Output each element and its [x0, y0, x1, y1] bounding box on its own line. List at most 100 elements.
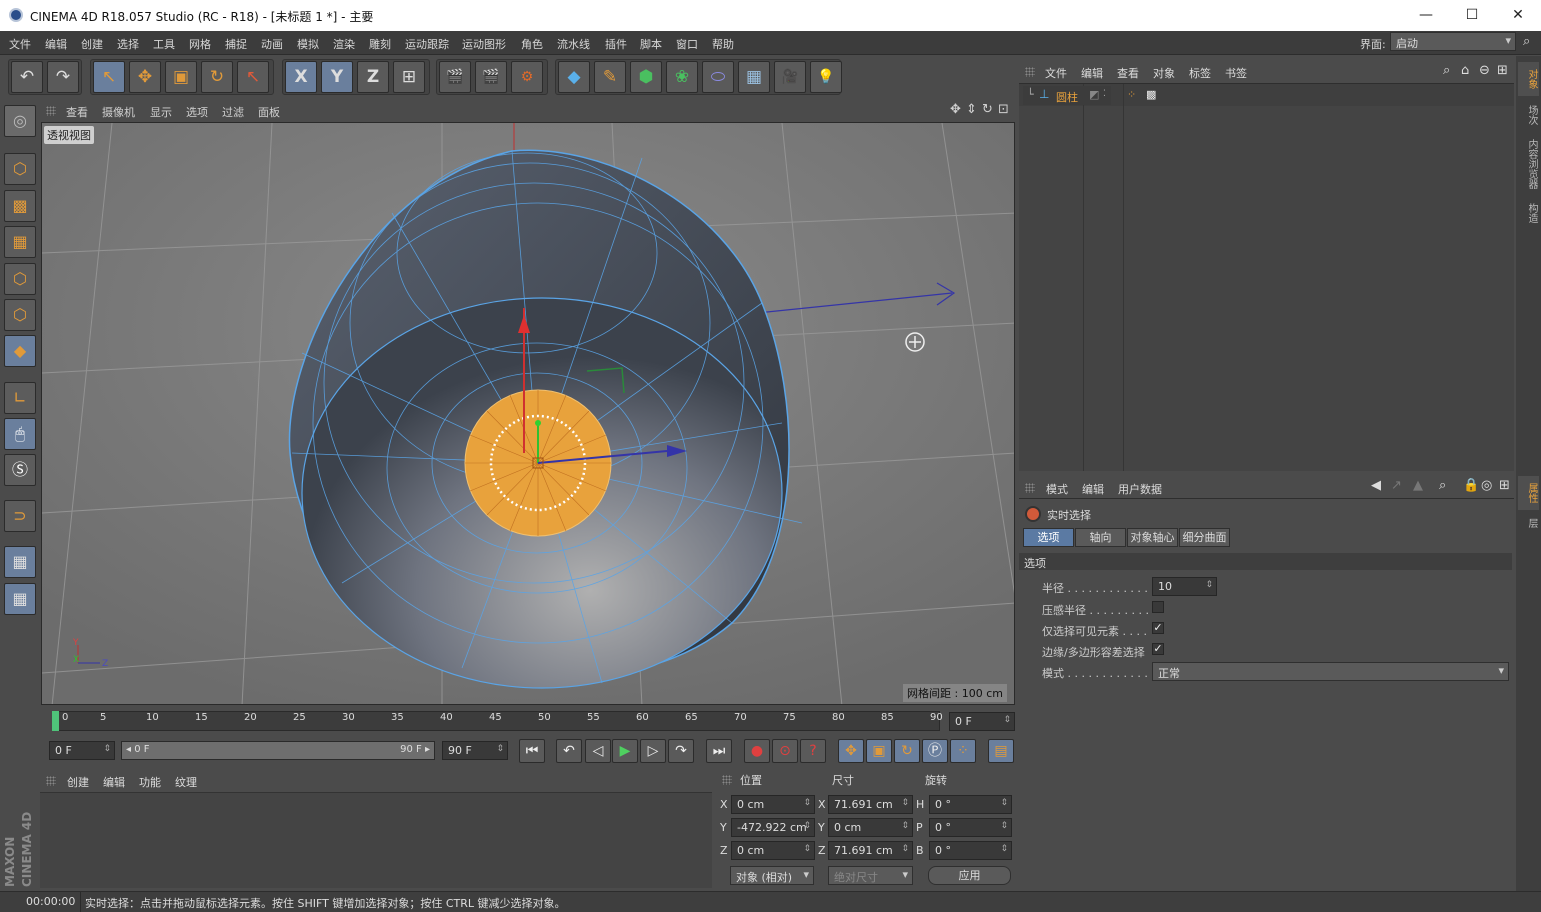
- timeline-window-icon[interactable]: ▤: [988, 739, 1014, 763]
- size-x-field[interactable]: 71.691 cm: [828, 795, 913, 814]
- lock-workplane-icon[interactable]: ▦: [4, 546, 36, 578]
- rotation-p-field[interactable]: 0 °: [929, 818, 1012, 837]
- axis-mode-icon[interactable]: ∟: [4, 382, 36, 414]
- z-axis-button[interactable]: Z: [357, 61, 389, 93]
- orbit-icon[interactable]: ↻: [982, 102, 993, 117]
- undo-button[interactable]: ↶: [11, 61, 43, 93]
- polygon-mode-icon[interactable]: ◆: [4, 335, 36, 367]
- material-menu-texture[interactable]: 纹理: [175, 774, 197, 790]
- playhead[interactable]: [52, 711, 59, 731]
- viewport-menu-camera[interactable]: 摄像机: [102, 104, 135, 120]
- position-y-field[interactable]: -472.922 cm: [731, 818, 815, 837]
- visibility-dots-icon[interactable]: ⁚: [1103, 89, 1106, 99]
- new-window-icon[interactable]: ⊞: [1499, 478, 1510, 493]
- record-active-icon[interactable]: ●: [744, 739, 770, 763]
- next-key-icon[interactable]: ↷: [668, 739, 694, 763]
- render-view-button[interactable]: 🎬: [439, 61, 471, 93]
- redo-button[interactable]: ↷: [47, 61, 79, 93]
- model-mode-icon[interactable]: ⬡: [4, 153, 36, 185]
- object-menu-objects[interactable]: 对象: [1153, 65, 1175, 81]
- pan-icon[interactable]: ✥: [950, 102, 961, 117]
- mode-dropdown[interactable]: 正常: [1152, 662, 1509, 681]
- floor-button[interactable]: ▦: [738, 61, 770, 93]
- filter-icon[interactable]: ⊖: [1479, 63, 1490, 78]
- edge-mode-icon[interactable]: ⬡: [4, 299, 36, 331]
- pen-button[interactable]: ✎: [594, 61, 626, 93]
- search-icon[interactable]: ⌕: [1523, 34, 1530, 49]
- render-settings-button[interactable]: ⚙: [511, 61, 543, 93]
- lock-icon[interactable]: 🔒: [1463, 478, 1479, 493]
- menu-select[interactable]: 选择: [117, 36, 139, 52]
- object-menu-tags[interactable]: 标签: [1189, 65, 1211, 81]
- position-z-field[interactable]: 0 cm: [731, 841, 815, 860]
- select-tool-button[interactable]: ↖: [93, 61, 125, 93]
- make-editable-icon[interactable]: ◎: [4, 105, 36, 137]
- nurbs-button[interactable]: ⬢: [630, 61, 662, 93]
- tweak-mode-icon[interactable]: 🖱: [4, 418, 36, 450]
- material-menu-edit[interactable]: 编辑: [103, 774, 125, 790]
- attr-menu-userdata[interactable]: 用户数据: [1118, 481, 1162, 497]
- object-name[interactable]: 圆柱: [1056, 89, 1078, 105]
- y-axis-button[interactable]: Y: [321, 61, 353, 93]
- vtab-content-browser[interactable]: 内容浏览器: [1518, 134, 1539, 194]
- menu-mograph[interactable]: 运动图形: [462, 36, 506, 52]
- start-frame-field[interactable]: 0 F: [49, 741, 115, 760]
- planar-workplane-icon[interactable]: ▦: [4, 583, 36, 615]
- texture-mode-icon[interactable]: ▩: [4, 190, 36, 222]
- move-tool-button[interactable]: ✥: [129, 61, 161, 93]
- menu-mesh[interactable]: 网格: [189, 36, 211, 52]
- tab-options[interactable]: 选项: [1023, 528, 1074, 547]
- snap-icon[interactable]: Ⓢ: [4, 454, 36, 486]
- apply-button[interactable]: 应用: [928, 866, 1011, 885]
- light-button[interactable]: 💡: [810, 61, 842, 93]
- search-icon[interactable]: ⌕: [1439, 478, 1446, 493]
- menu-tools[interactable]: 工具: [153, 36, 175, 52]
- tab-axis[interactable]: 轴向: [1075, 528, 1126, 547]
- attr-menu-edit[interactable]: 编辑: [1082, 481, 1104, 497]
- tab-object-axis[interactable]: 对象轴心: [1127, 528, 1178, 547]
- vtab-attributes[interactable]: 属性: [1518, 476, 1539, 510]
- zoom-icon[interactable]: ⇕: [966, 102, 977, 117]
- autokey-icon[interactable]: ⊙: [772, 739, 798, 763]
- target-icon[interactable]: ◎: [1481, 478, 1492, 493]
- viewport-menu-options[interactable]: 选项: [186, 104, 208, 120]
- next-frame-icon[interactable]: ▷: [640, 739, 666, 763]
- frame-range-slider[interactable]: ◂ 0 F 90 F ▸: [121, 741, 435, 760]
- maximize-button[interactable]: ☐: [1449, 0, 1495, 31]
- workplane-mode-icon[interactable]: ▦: [4, 226, 36, 258]
- viewport-menu-display[interactable]: 显示: [150, 104, 172, 120]
- position-x-field[interactable]: 0 cm: [731, 795, 815, 814]
- size-y-field[interactable]: 0 cm: [828, 818, 913, 837]
- current-frame-field[interactable]: 0 F: [949, 712, 1015, 731]
- go-to-end-icon[interactable]: ⏭: [706, 739, 732, 763]
- object-menu-edit[interactable]: 编辑: [1081, 65, 1103, 81]
- home-icon[interactable]: ⌂: [1461, 63, 1469, 78]
- visible-only-checkbox[interactable]: ✓: [1152, 622, 1164, 634]
- material-menu-create[interactable]: 创建: [67, 774, 89, 790]
- object-menu-bookmarks[interactable]: 书签: [1225, 65, 1247, 81]
- back-arrow-icon[interactable]: ◀: [1371, 478, 1381, 493]
- go-to-start-icon[interactable]: ⏮: [519, 739, 545, 763]
- rotation-b-field[interactable]: 0 °: [929, 841, 1012, 860]
- maximize-view-icon[interactable]: ⊡: [998, 102, 1009, 117]
- menu-character[interactable]: 角色: [521, 36, 543, 52]
- play-icon[interactable]: ▶: [612, 739, 638, 763]
- previous-key-icon[interactable]: ↶: [556, 739, 582, 763]
- menu-sculpt[interactable]: 雕刻: [369, 36, 391, 52]
- layer-icon[interactable]: ◩: [1089, 88, 1099, 101]
- minimize-button[interactable]: —: [1403, 0, 1449, 31]
- pressure-radius-checkbox[interactable]: [1152, 601, 1164, 613]
- search-icon[interactable]: ⌕: [1443, 63, 1450, 78]
- menu-script[interactable]: 脚本: [640, 36, 662, 52]
- camera-button[interactable]: 🎥: [774, 61, 806, 93]
- size-mode-dropdown[interactable]: 绝对尺寸: [828, 866, 913, 885]
- previous-frame-icon[interactable]: ◁: [585, 739, 611, 763]
- scale-tool-button[interactable]: ▣: [165, 61, 197, 93]
- menu-simulate[interactable]: 模拟: [297, 36, 319, 52]
- deformer-button[interactable]: ⬭: [702, 61, 734, 93]
- new-window-icon[interactable]: ⊞: [1497, 63, 1508, 78]
- rotate-tool-button[interactable]: ↻: [201, 61, 233, 93]
- checker-tag-icon[interactable]: ▩: [1146, 88, 1156, 101]
- record-position-icon[interactable]: ✥: [838, 739, 864, 763]
- rotation-h-field[interactable]: 0 °: [929, 795, 1012, 814]
